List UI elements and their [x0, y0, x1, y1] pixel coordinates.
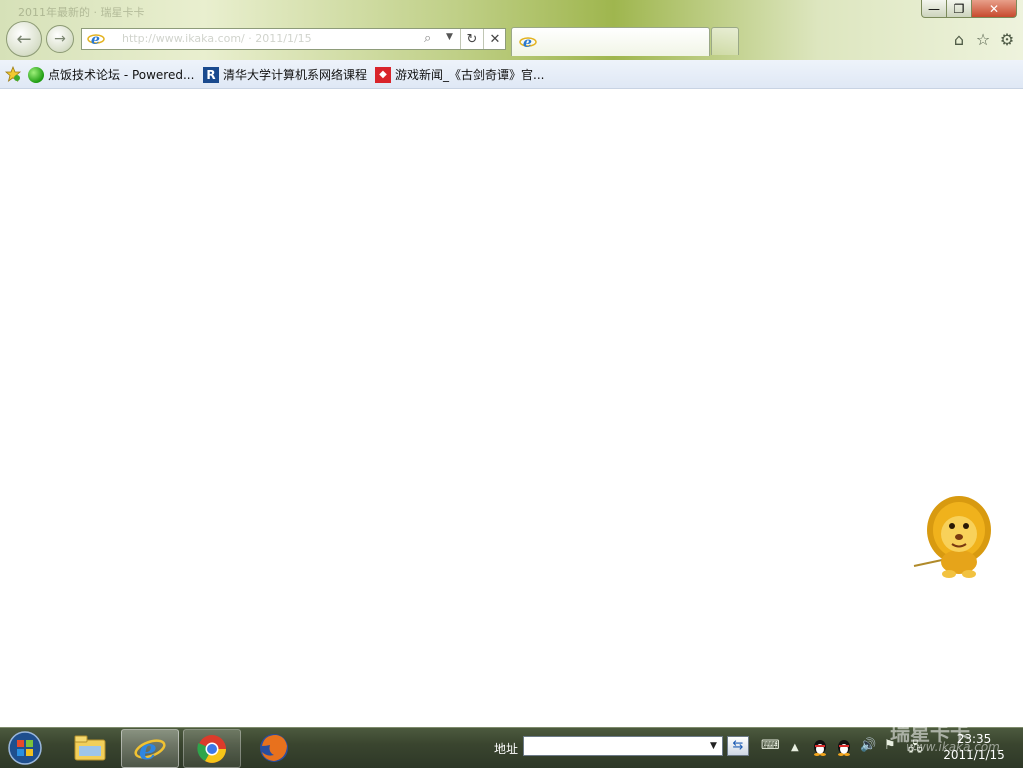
r-logo-icon: R — [203, 66, 219, 83]
home-icon[interactable]: ⌂ — [949, 29, 969, 49]
favorite-label: 清华大学计算机系网络课程 — [223, 68, 368, 82]
address-url-text: http://www.ikaka.com/ · 2011/1/15 — [122, 32, 312, 45]
gear-icon[interactable]: ⚙ — [997, 29, 1017, 49]
maximize-button[interactable]: ❐ — [947, 0, 972, 18]
go-button[interactable]: ⇆ — [727, 736, 749, 756]
keyboard-icon[interactable]: ⌨ — [761, 738, 780, 753]
firefox-icon — [260, 733, 288, 762]
taskbar: e 地址 ▼ ⇆ ⌨ ▲ 🔊 ⚑ 🖧 23:35 2011/1/15 — [0, 727, 1023, 768]
forward-button[interactable]: → — [46, 25, 74, 53]
favorites-add-icon[interactable] — [4, 65, 22, 85]
back-button[interactable]: ← — [6, 21, 42, 57]
tab-active[interactable]: e — [511, 27, 710, 56]
favorite-link-3[interactable]: ◆ 游戏新闻_《古剑奇谭》官... — [375, 66, 544, 83]
stop-button[interactable]: ✕ — [483, 29, 506, 49]
chevron-down-icon[interactable]: ▼ — [446, 32, 453, 42]
favorites-star-icon[interactable]: ☆ — [973, 29, 993, 49]
game-logo-icon: ◆ — [375, 66, 391, 83]
chevron-down-icon[interactable]: ▼ — [710, 741, 717, 751]
minimize-button[interactable]: — — [921, 0, 947, 18]
svg-text:e: e — [139, 733, 157, 765]
browser-toolbar-icons: ⌂ ☆ ⚙ — [949, 29, 1017, 49]
start-button[interactable] — [4, 730, 46, 766]
taskbar-ie-button[interactable]: e — [121, 729, 179, 768]
page-content — [0, 89, 1023, 727]
favorite-link-1[interactable]: 点饭技术论坛 - Powered... — [28, 66, 194, 83]
taskbar-chrome-button[interactable] — [183, 729, 241, 768]
show-hidden-icons-icon[interactable]: ▲ — [791, 742, 799, 753]
favorites-bar: 点饭技术论坛 - Powered... R 清华大学计算机系网络课程 ◆ 游戏新… — [0, 60, 1023, 89]
refresh-button[interactable]: ↻ — [460, 29, 483, 49]
address-bar[interactable]: e http://www.ikaka.com/ · 2011/1/15 ⌕ ▼ … — [81, 28, 506, 50]
new-tab-button[interactable] — [711, 27, 739, 55]
window-title: 2011年最新的 · 瑞星卡卡 — [18, 6, 145, 19]
taskbar-explorer-button[interactable] — [62, 729, 118, 766]
lion-mascot-icon[interactable] — [912, 490, 994, 583]
qq-penguin-icon[interactable] — [812, 738, 828, 760]
watermark-url: www.ikaka.com — [906, 740, 1000, 754]
internet-explorer-icon: e — [134, 733, 166, 765]
favorite-link-2[interactable]: R 清华大学计算机系网络课程 — [203, 66, 367, 83]
volume-icon[interactable]: 🔊 — [860, 738, 876, 753]
svg-text:e: e — [91, 32, 100, 47]
close-button[interactable]: ✕ — [972, 0, 1017, 18]
taskbar-firefox-button[interactable] — [246, 729, 302, 766]
browser-chrome: 2011年最新的 · 瑞星卡卡 — ❐ ✕ ← → e http://www.i… — [0, 0, 1023, 60]
folder-icon — [74, 735, 106, 760]
taskbar-address-label: 地址 — [494, 742, 519, 756]
ie-page-icon: e — [87, 31, 105, 50]
chrome-icon — [197, 734, 226, 763]
taskbar-address-input[interactable] — [523, 736, 723, 756]
ie-tab-icon: e — [519, 34, 537, 53]
search-icon[interactable]: ⌕ — [424, 31, 431, 46]
window-controls: — ❐ ✕ — [921, 0, 1017, 18]
qq-penguin-icon[interactable] — [836, 738, 852, 760]
favorite-label: 点饭技术论坛 - Powered... — [48, 68, 195, 82]
green-circle-icon — [28, 66, 44, 83]
favorite-label: 游戏新闻_《古剑奇谭》官... — [395, 68, 545, 82]
svg-text:e: e — [523, 35, 532, 50]
